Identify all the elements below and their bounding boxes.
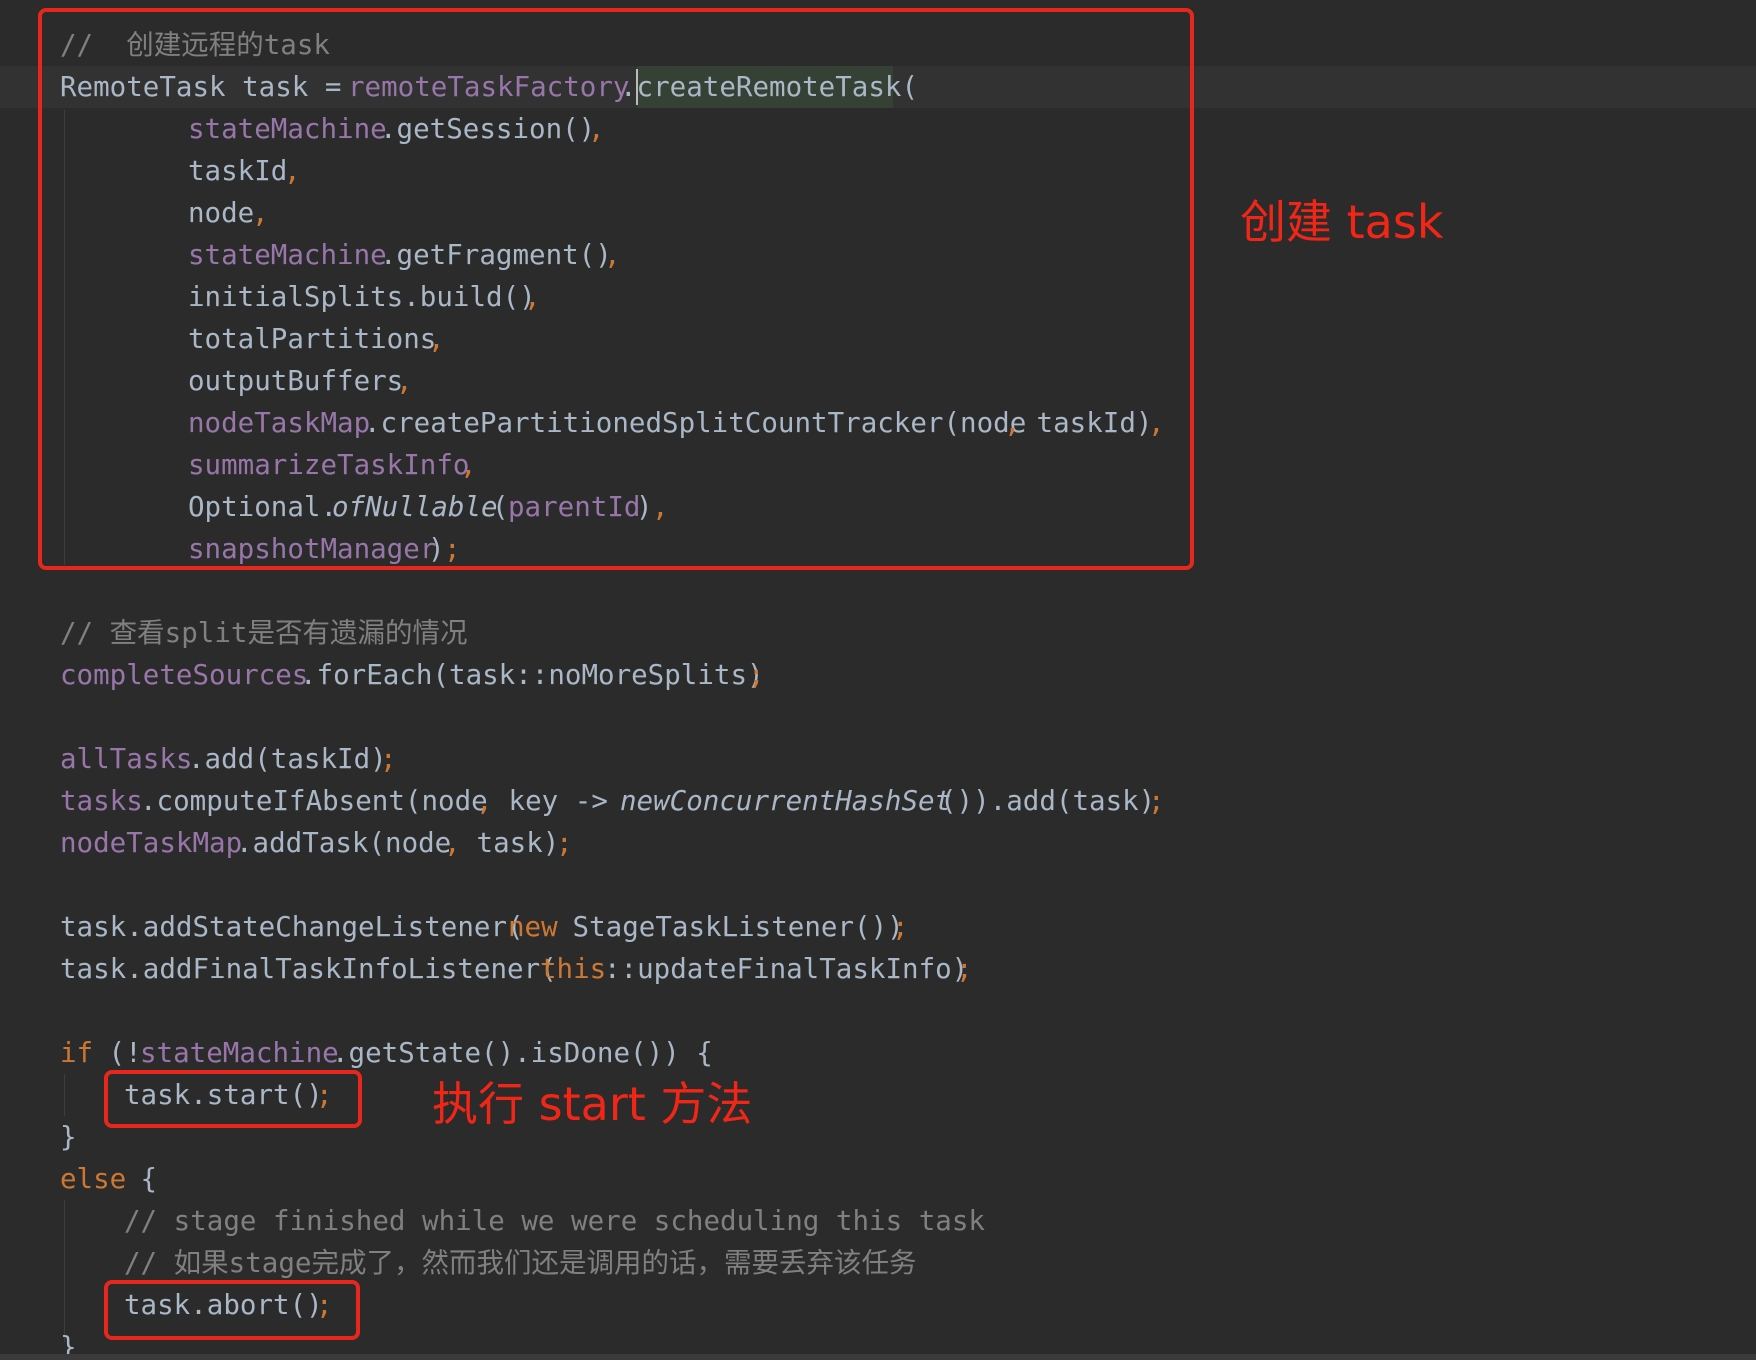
punctuation: , xyxy=(444,827,461,859)
start-highlight-box xyxy=(104,1070,362,1128)
code-token: key -> xyxy=(492,785,625,817)
comment-text: // 查看split是否有遗漏的情况 xyxy=(60,617,468,649)
code-line[interactable]: else { xyxy=(0,1158,157,1200)
punctuation: ; xyxy=(556,827,573,859)
create-task-highlight-box xyxy=(38,8,1194,570)
keyword-token: if xyxy=(60,1037,94,1069)
code-line[interactable]: task.addStateChangeListener( new StageTa… xyxy=(0,906,909,948)
punctuation: , xyxy=(476,785,493,817)
punctuation: ; xyxy=(956,953,973,985)
code-line[interactable]: } xyxy=(0,1116,77,1158)
code-line[interactable]: task.addFinalTaskInfoListener( this ::up… xyxy=(0,948,973,990)
keyword-token: new xyxy=(508,911,558,943)
code-line[interactable]: task.abort() ; xyxy=(0,1284,333,1326)
create-task-annotation: 创建 task xyxy=(1240,195,1444,249)
field-token: tasks xyxy=(60,785,143,817)
code-line[interactable]: if (! stateMachine .getState().isDone())… xyxy=(0,1032,713,1074)
field-token: nodeTaskMap xyxy=(60,827,243,859)
code-line[interactable]: completeSources .forEach(task::noMoreSpl… xyxy=(0,654,765,696)
abort-highlight-box xyxy=(104,1280,360,1340)
code-line[interactable]: tasks .computeIfAbsent(node , key -> new… xyxy=(0,780,1165,822)
code-token: ()).add(task) xyxy=(940,785,1156,817)
brace-token: } xyxy=(60,1121,77,1153)
field-token: allTasks xyxy=(60,743,193,775)
code-token: StageTaskListener()) xyxy=(556,911,904,943)
code-token: (! xyxy=(92,1037,142,1069)
method-token: .addTask(node xyxy=(236,827,452,859)
code-line[interactable]: allTasks .add(taskId) ; xyxy=(0,738,397,780)
punctuation: ; xyxy=(380,743,397,775)
method-token: .add(taskId) xyxy=(188,743,387,775)
static-method-token: newConcurrentHashSet xyxy=(620,785,952,817)
keyword-token: else xyxy=(60,1163,127,1195)
method-token: task.addFinalTaskInfoListener( xyxy=(60,953,557,985)
field-token: completeSources xyxy=(60,659,309,691)
method-token: .getState().isDone()) { xyxy=(332,1037,713,1069)
code-line[interactable]: // 查看split是否有遗漏的情况 xyxy=(0,612,467,654)
brace-token: { xyxy=(124,1163,158,1195)
code-editor[interactable]: // 创建远程的task RemoteTask task = remoteTas… xyxy=(0,0,1756,1360)
field-token: stateMachine xyxy=(140,1037,339,1069)
method-token: .forEach(task::noMoreSplits) xyxy=(300,659,764,691)
code-line[interactable]: task.start() ; xyxy=(0,1074,333,1116)
editor-bottom-edge xyxy=(0,1354,1756,1360)
method-token: task.addStateChangeListener( xyxy=(60,911,524,943)
code-token: ::updateFinalTaskInfo) xyxy=(604,953,969,985)
code-token: task) xyxy=(460,827,560,859)
code-line[interactable]: nodeTaskMap .addTask(node , task) ; xyxy=(0,822,573,864)
keyword-token: this xyxy=(540,953,607,985)
code-line[interactable]: // stage finished while we were scheduli… xyxy=(0,1200,985,1242)
punctuation: ; xyxy=(892,911,909,943)
punctuation: ; xyxy=(748,659,765,691)
comment-text: // 如果stage完成了，然而我们还是调用的话，需要丢弃该任务 xyxy=(124,1247,917,1279)
code-line[interactable]: // 如果stage完成了，然而我们还是调用的话，需要丢弃该任务 xyxy=(0,1242,916,1284)
punctuation: ; xyxy=(1148,785,1165,817)
method-token: .computeIfAbsent(node xyxy=(140,785,488,817)
start-annotation: 执行 start 方法 xyxy=(432,1077,753,1131)
comment-text: // stage finished while we were scheduli… xyxy=(124,1205,985,1237)
